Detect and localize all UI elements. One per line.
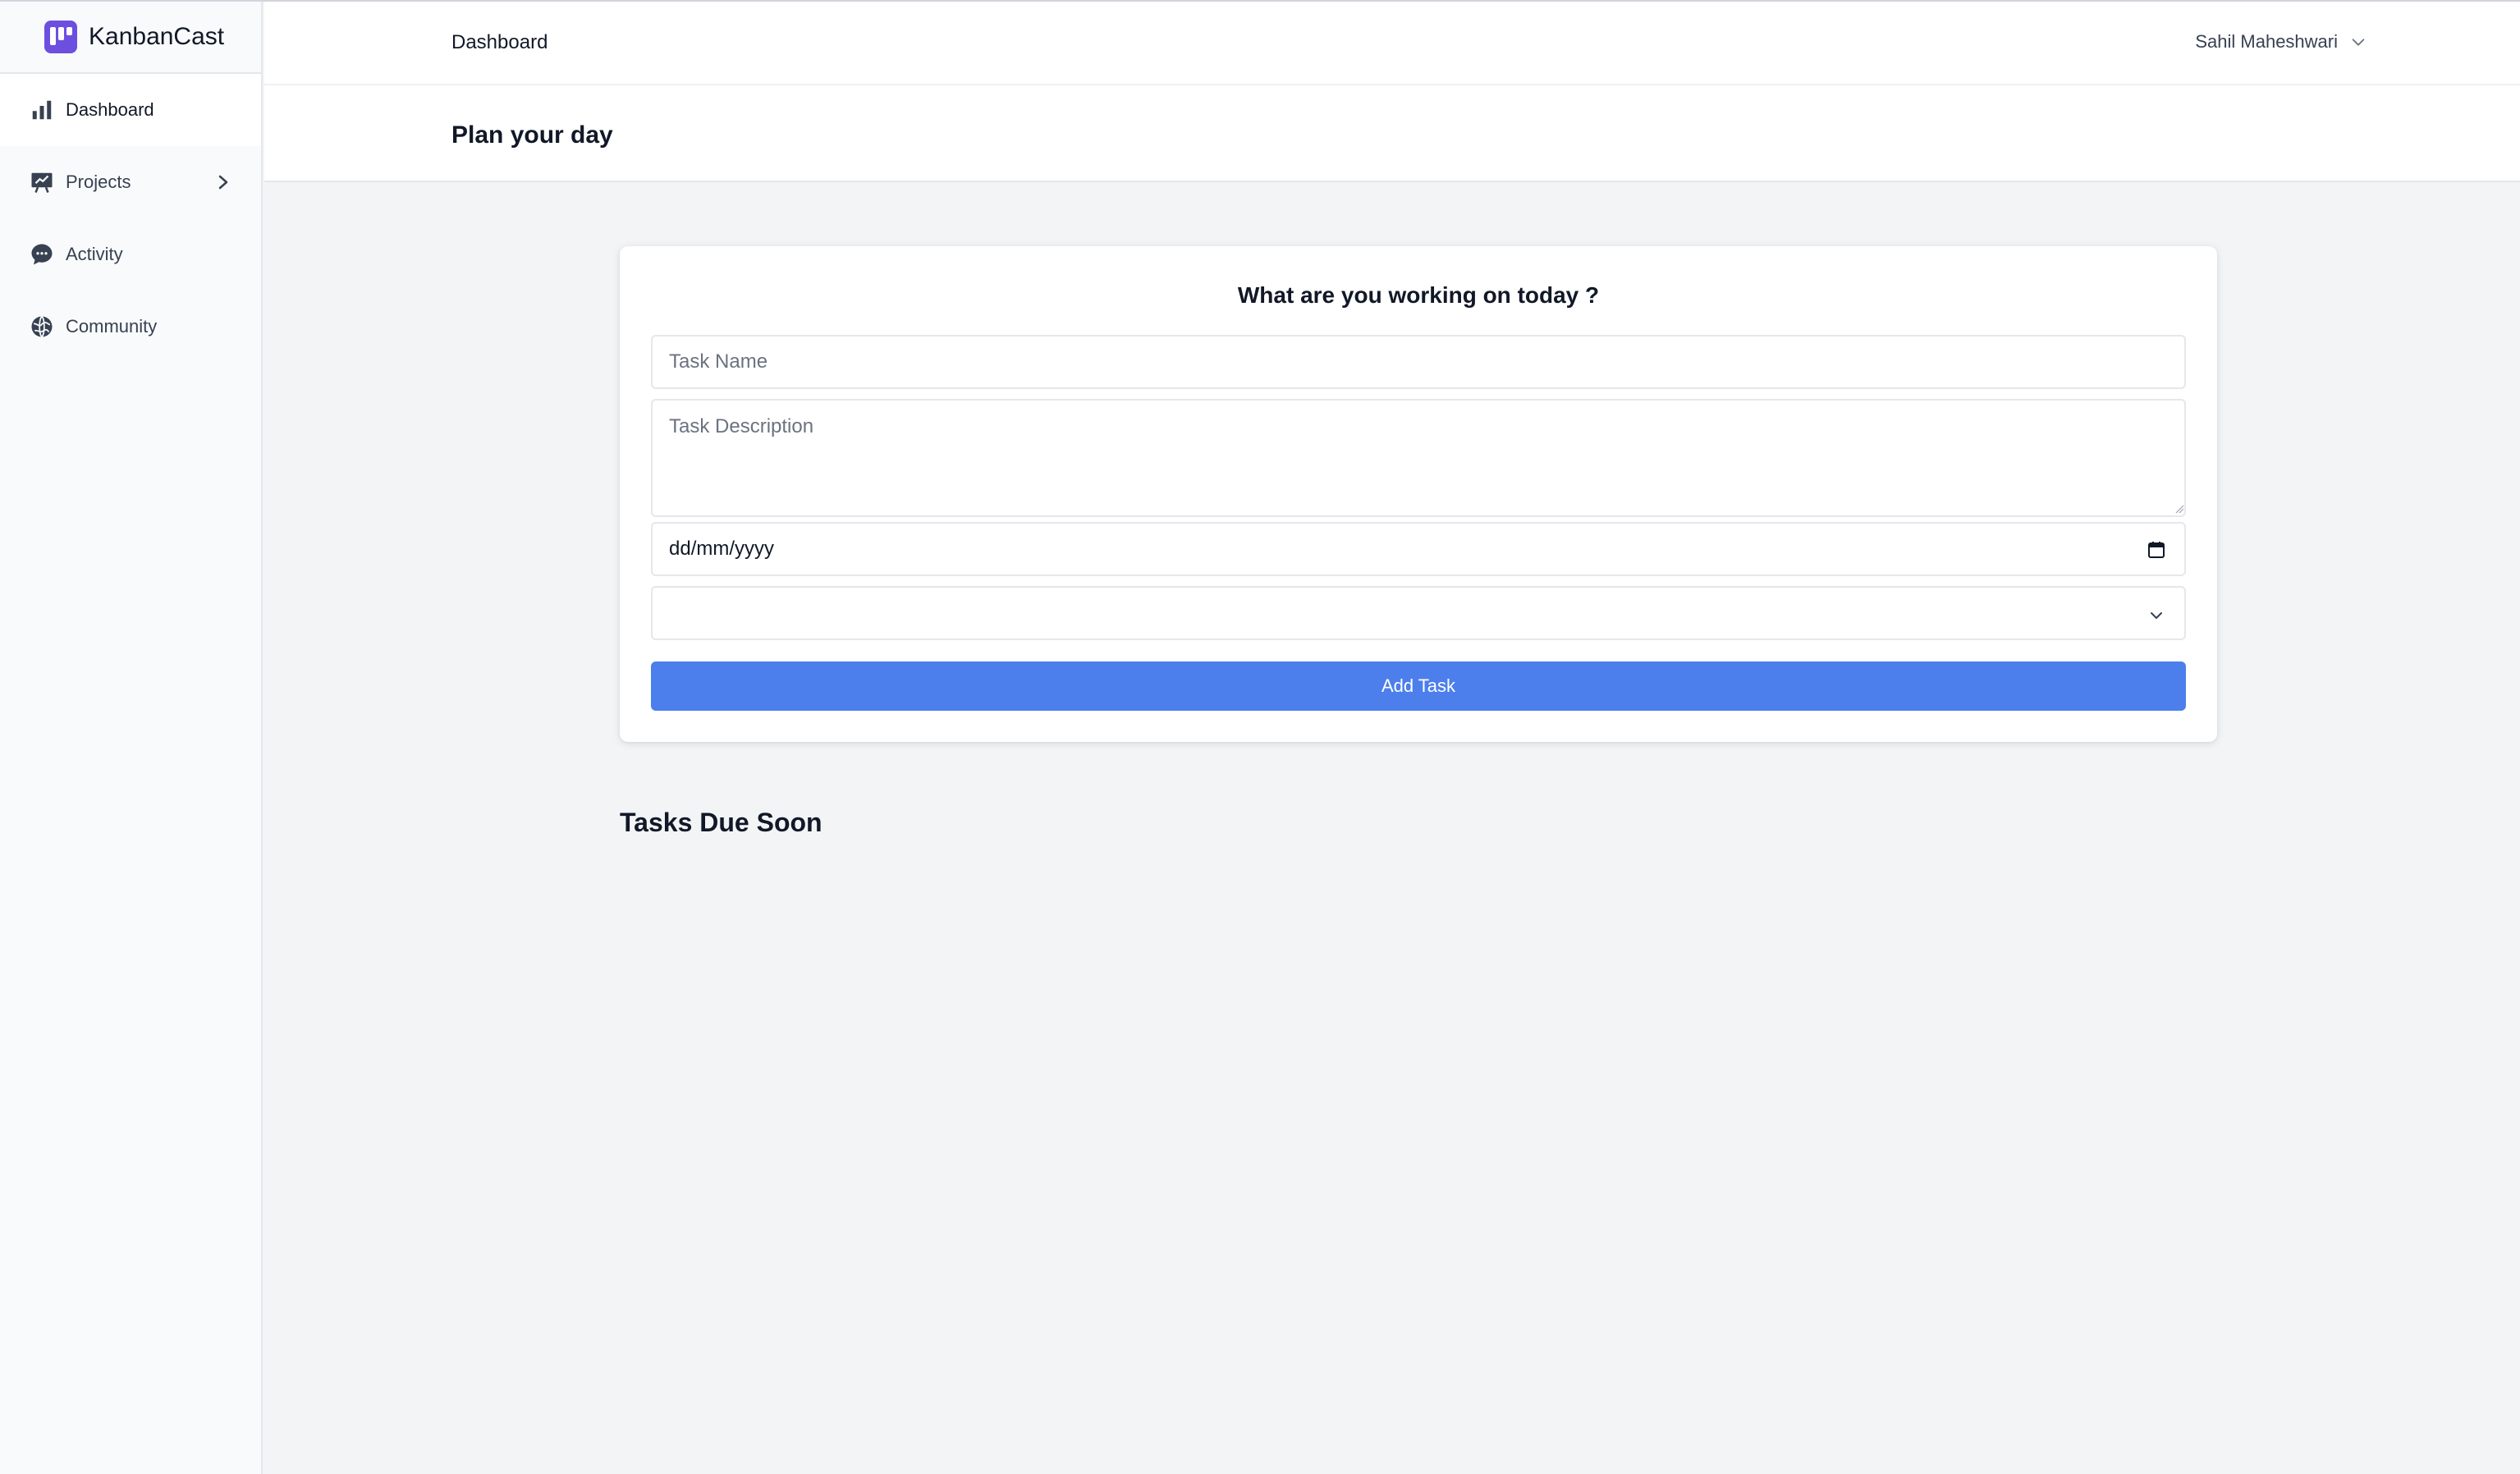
chevron-down-icon xyxy=(2352,39,2365,46)
sidebar-item-label: Projects xyxy=(66,172,131,192)
task-form-heading: What are you working on today ? xyxy=(1237,282,1600,308)
date-placeholder: dd/mm/yyyy xyxy=(669,538,775,560)
page-title: Plan your day xyxy=(451,121,613,149)
globe-icon xyxy=(30,314,54,339)
task-name-input[interactable] xyxy=(651,335,2186,389)
task-form-card: What are you working on today ? dd/mm/yy… xyxy=(620,246,2217,742)
sidebar: KanbanCast Dashboard Projects Activity C… xyxy=(0,2,263,1474)
project-select[interactable] xyxy=(651,586,2186,640)
task-description-input[interactable] xyxy=(651,399,2186,517)
chevron-down-icon xyxy=(2151,612,2162,619)
sidebar-item-label: Activity xyxy=(66,244,123,264)
header-title: Dashboard xyxy=(451,31,548,53)
page-header: Plan your day xyxy=(264,85,2520,182)
bar-chart-icon xyxy=(30,98,54,122)
tasks-due-heading: Tasks Due Soon xyxy=(620,808,822,837)
resize-handle-icon[interactable] xyxy=(2174,504,2184,514)
sidebar-item-activity[interactable]: Activity xyxy=(0,218,261,291)
add-task-button[interactable]: Add Task xyxy=(651,661,2186,711)
sidebar-item-community[interactable]: Community xyxy=(0,291,261,363)
due-date-input[interactable]: dd/mm/yyyy xyxy=(651,522,2186,576)
sidebar-item-label: Dashboard xyxy=(66,99,154,120)
calendar-icon[interactable] xyxy=(2147,540,2166,560)
chevron-right-icon[interactable] xyxy=(215,170,231,195)
top-header: Dashboard Sahil Maheshwari xyxy=(264,2,2520,85)
user-menu[interactable]: Sahil Maheshwari xyxy=(2195,31,2367,53)
kanban-logo-icon xyxy=(44,21,77,53)
user-name: Sahil Maheshwari xyxy=(2195,31,2338,52)
sidebar-item-label: Community xyxy=(66,316,158,336)
presentation-chart-icon xyxy=(30,170,54,195)
sidebar-item-projects[interactable]: Projects xyxy=(0,146,261,218)
chat-bubble-icon xyxy=(30,242,54,267)
sidebar-nav: Dashboard Projects Activity Community xyxy=(0,74,261,363)
brand-name: KanbanCast xyxy=(89,23,225,50)
sidebar-item-dashboard[interactable]: Dashboard xyxy=(0,74,261,146)
brand[interactable]: KanbanCast xyxy=(0,2,261,74)
